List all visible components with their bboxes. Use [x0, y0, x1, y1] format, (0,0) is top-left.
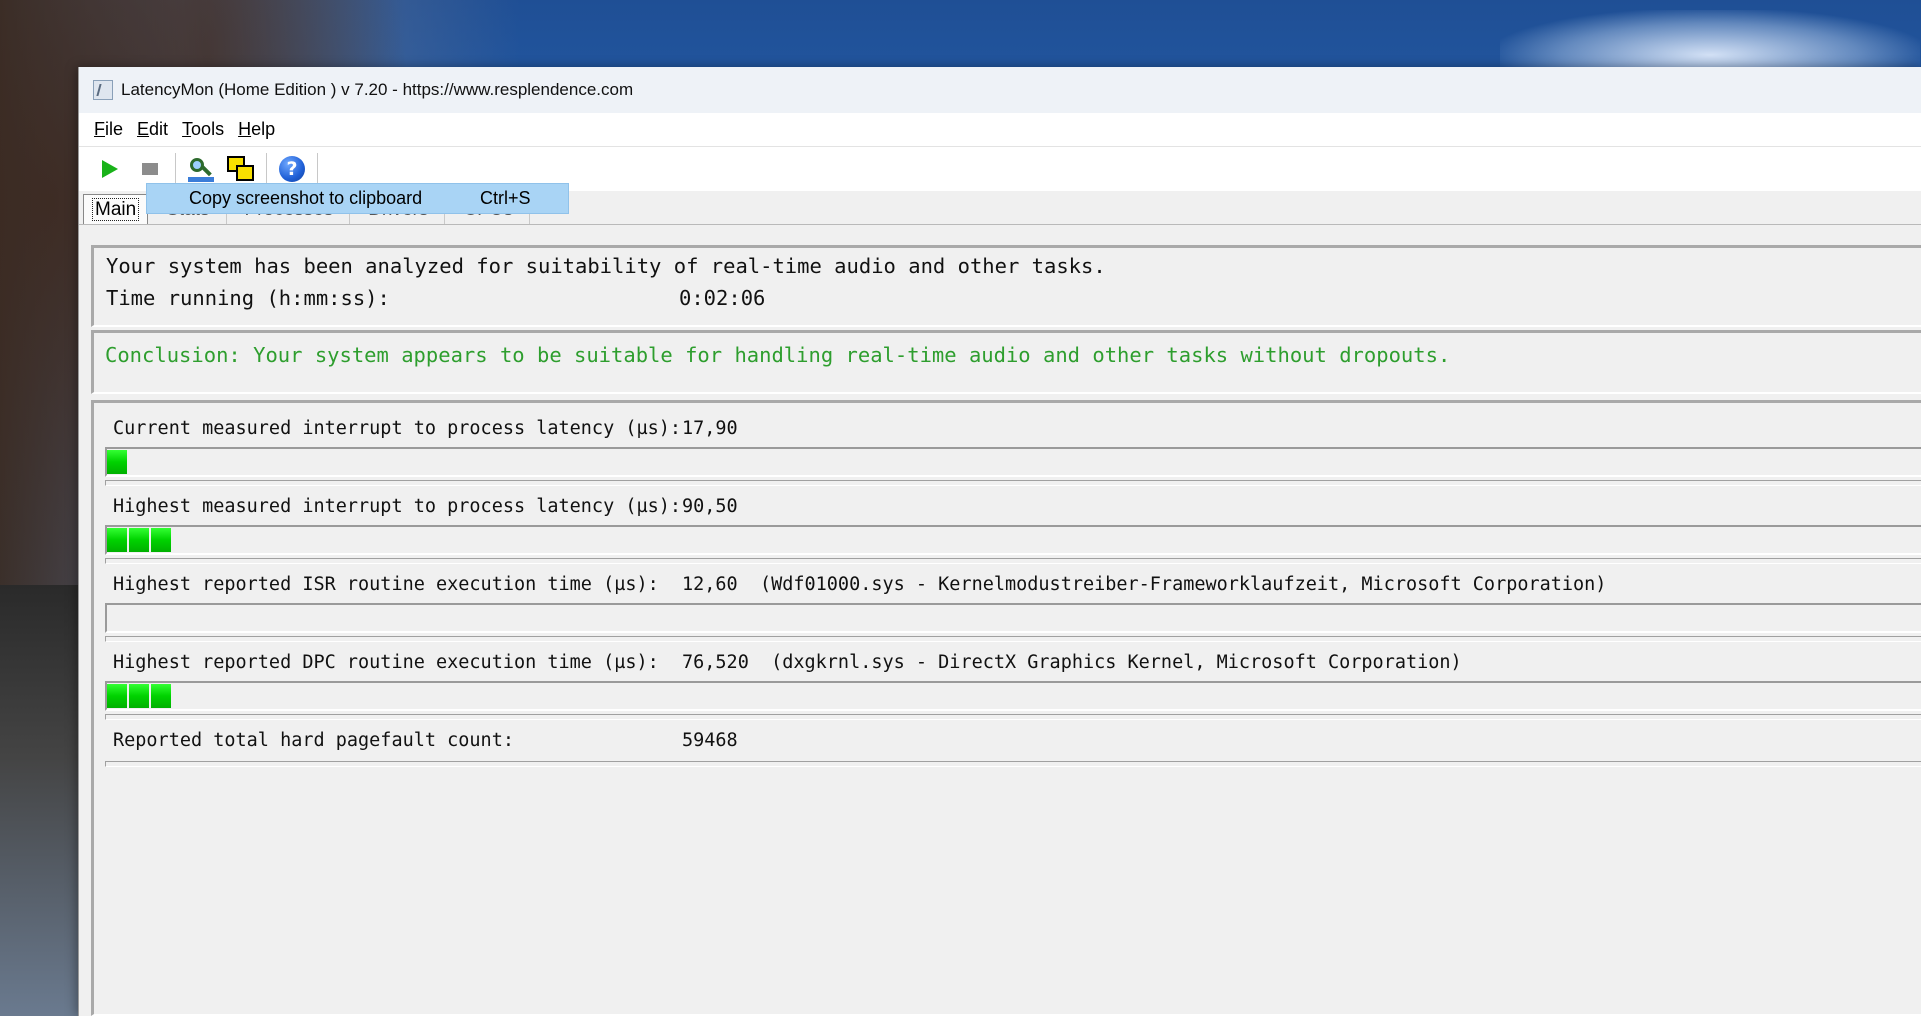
- main-tab-content: Your system has been analyzed for suitab…: [91, 245, 1921, 1016]
- highest-latency-bar-fill: [107, 528, 173, 552]
- divider: [105, 714, 1921, 720]
- tab-main[interactable]: Main: [83, 194, 149, 224]
- metrics-panel: Current measured interrupt to process la…: [91, 400, 1921, 1016]
- tools-icon: [188, 156, 214, 182]
- current-latency-bar-fill: [107, 450, 129, 474]
- pagefault-count-value: 59468: [682, 730, 738, 751]
- copy-screenshot-menu-item[interactable]: Copy screenshot to clipboard Ctrl+S: [146, 183, 569, 214]
- divider: [105, 636, 1921, 642]
- toolbar-separator: [317, 153, 318, 185]
- dpc-time-bar: [105, 681, 1921, 711]
- current-latency-value: 17,90: [682, 418, 738, 439]
- window-title: LatencyMon (Home Edition ) v 7.20 - http…: [121, 80, 634, 99]
- current-latency-label: Current measured interrupt to process la…: [113, 418, 682, 439]
- analysis-status-text: Your system has been analyzed for suitab…: [106, 254, 1106, 278]
- latencymon-app-icon: [93, 80, 113, 100]
- divider: [105, 558, 1921, 564]
- pagefault-count-label: Reported total hard pagefault count:: [113, 730, 514, 751]
- time-running-value: 0:02:06: [679, 286, 766, 310]
- copy-screenshot-menu-label: Copy screenshot to clipboard: [189, 188, 423, 208]
- summary-panel: Your system has been analyzed for suitab…: [91, 245, 1921, 327]
- wallpaper-building: [0, 585, 90, 1016]
- menu-edit[interactable]: Edit: [130, 116, 175, 143]
- stop-icon: [142, 163, 158, 175]
- isr-time-bar: [105, 603, 1921, 633]
- bar-segment: [107, 450, 127, 474]
- tools-button[interactable]: [184, 152, 218, 186]
- dpc-time-value: 76,520 (dxgkrnl.sys - DirectX Graphics K…: [682, 652, 1462, 673]
- help-icon: ?: [279, 156, 305, 182]
- highest-latency-value: 90,50: [682, 496, 738, 517]
- menu-help[interactable]: Help: [231, 116, 282, 143]
- isr-time-label: Highest reported ISR routine execution t…: [113, 574, 659, 595]
- conclusion-panel: Conclusion: Your system appears to be su…: [91, 330, 1921, 394]
- bar-segment: [107, 528, 127, 552]
- title-bar[interactable]: LatencyMon (Home Edition ) v 7.20 - http…: [79, 67, 1921, 113]
- dpc-time-label: Highest reported DPC routine execution t…: [113, 652, 659, 673]
- copy-screenshot-icon: [227, 156, 255, 182]
- bar-segment: [107, 684, 127, 708]
- menu-bar: File Edit Tools Help: [79, 113, 1921, 147]
- conclusion-text: Conclusion: Your system appears to be su…: [105, 343, 1451, 367]
- highest-latency-bar: [105, 525, 1921, 555]
- start-monitoring-button[interactable]: [93, 152, 127, 186]
- bar-segment: [151, 528, 171, 552]
- time-running-label: Time running (h:mm:ss):: [106, 286, 390, 310]
- isr-time-value: 12,60 (Wdf01000.sys - Kernelmodustreiber…: [682, 574, 1607, 595]
- current-latency-bar: [105, 447, 1921, 477]
- divider: [105, 480, 1921, 486]
- toolbar-separator: [175, 153, 176, 185]
- copy-screenshot-shortcut: Ctrl+S: [480, 188, 531, 208]
- bar-segment: [129, 528, 149, 552]
- help-button[interactable]: ?: [275, 152, 309, 186]
- menu-file[interactable]: File: [87, 116, 130, 143]
- toolbar-separator: [266, 153, 267, 185]
- bar-segment: [151, 684, 171, 708]
- play-icon: [102, 160, 118, 178]
- bar-segment: [129, 684, 149, 708]
- copy-screenshot-button[interactable]: [224, 152, 258, 186]
- highest-latency-label: Highest measured interrupt to process la…: [113, 496, 682, 517]
- stop-monitoring-button[interactable]: [133, 152, 167, 186]
- divider: [105, 761, 1921, 767]
- menu-tools[interactable]: Tools: [175, 116, 231, 143]
- dpc-time-bar-fill: [107, 684, 173, 708]
